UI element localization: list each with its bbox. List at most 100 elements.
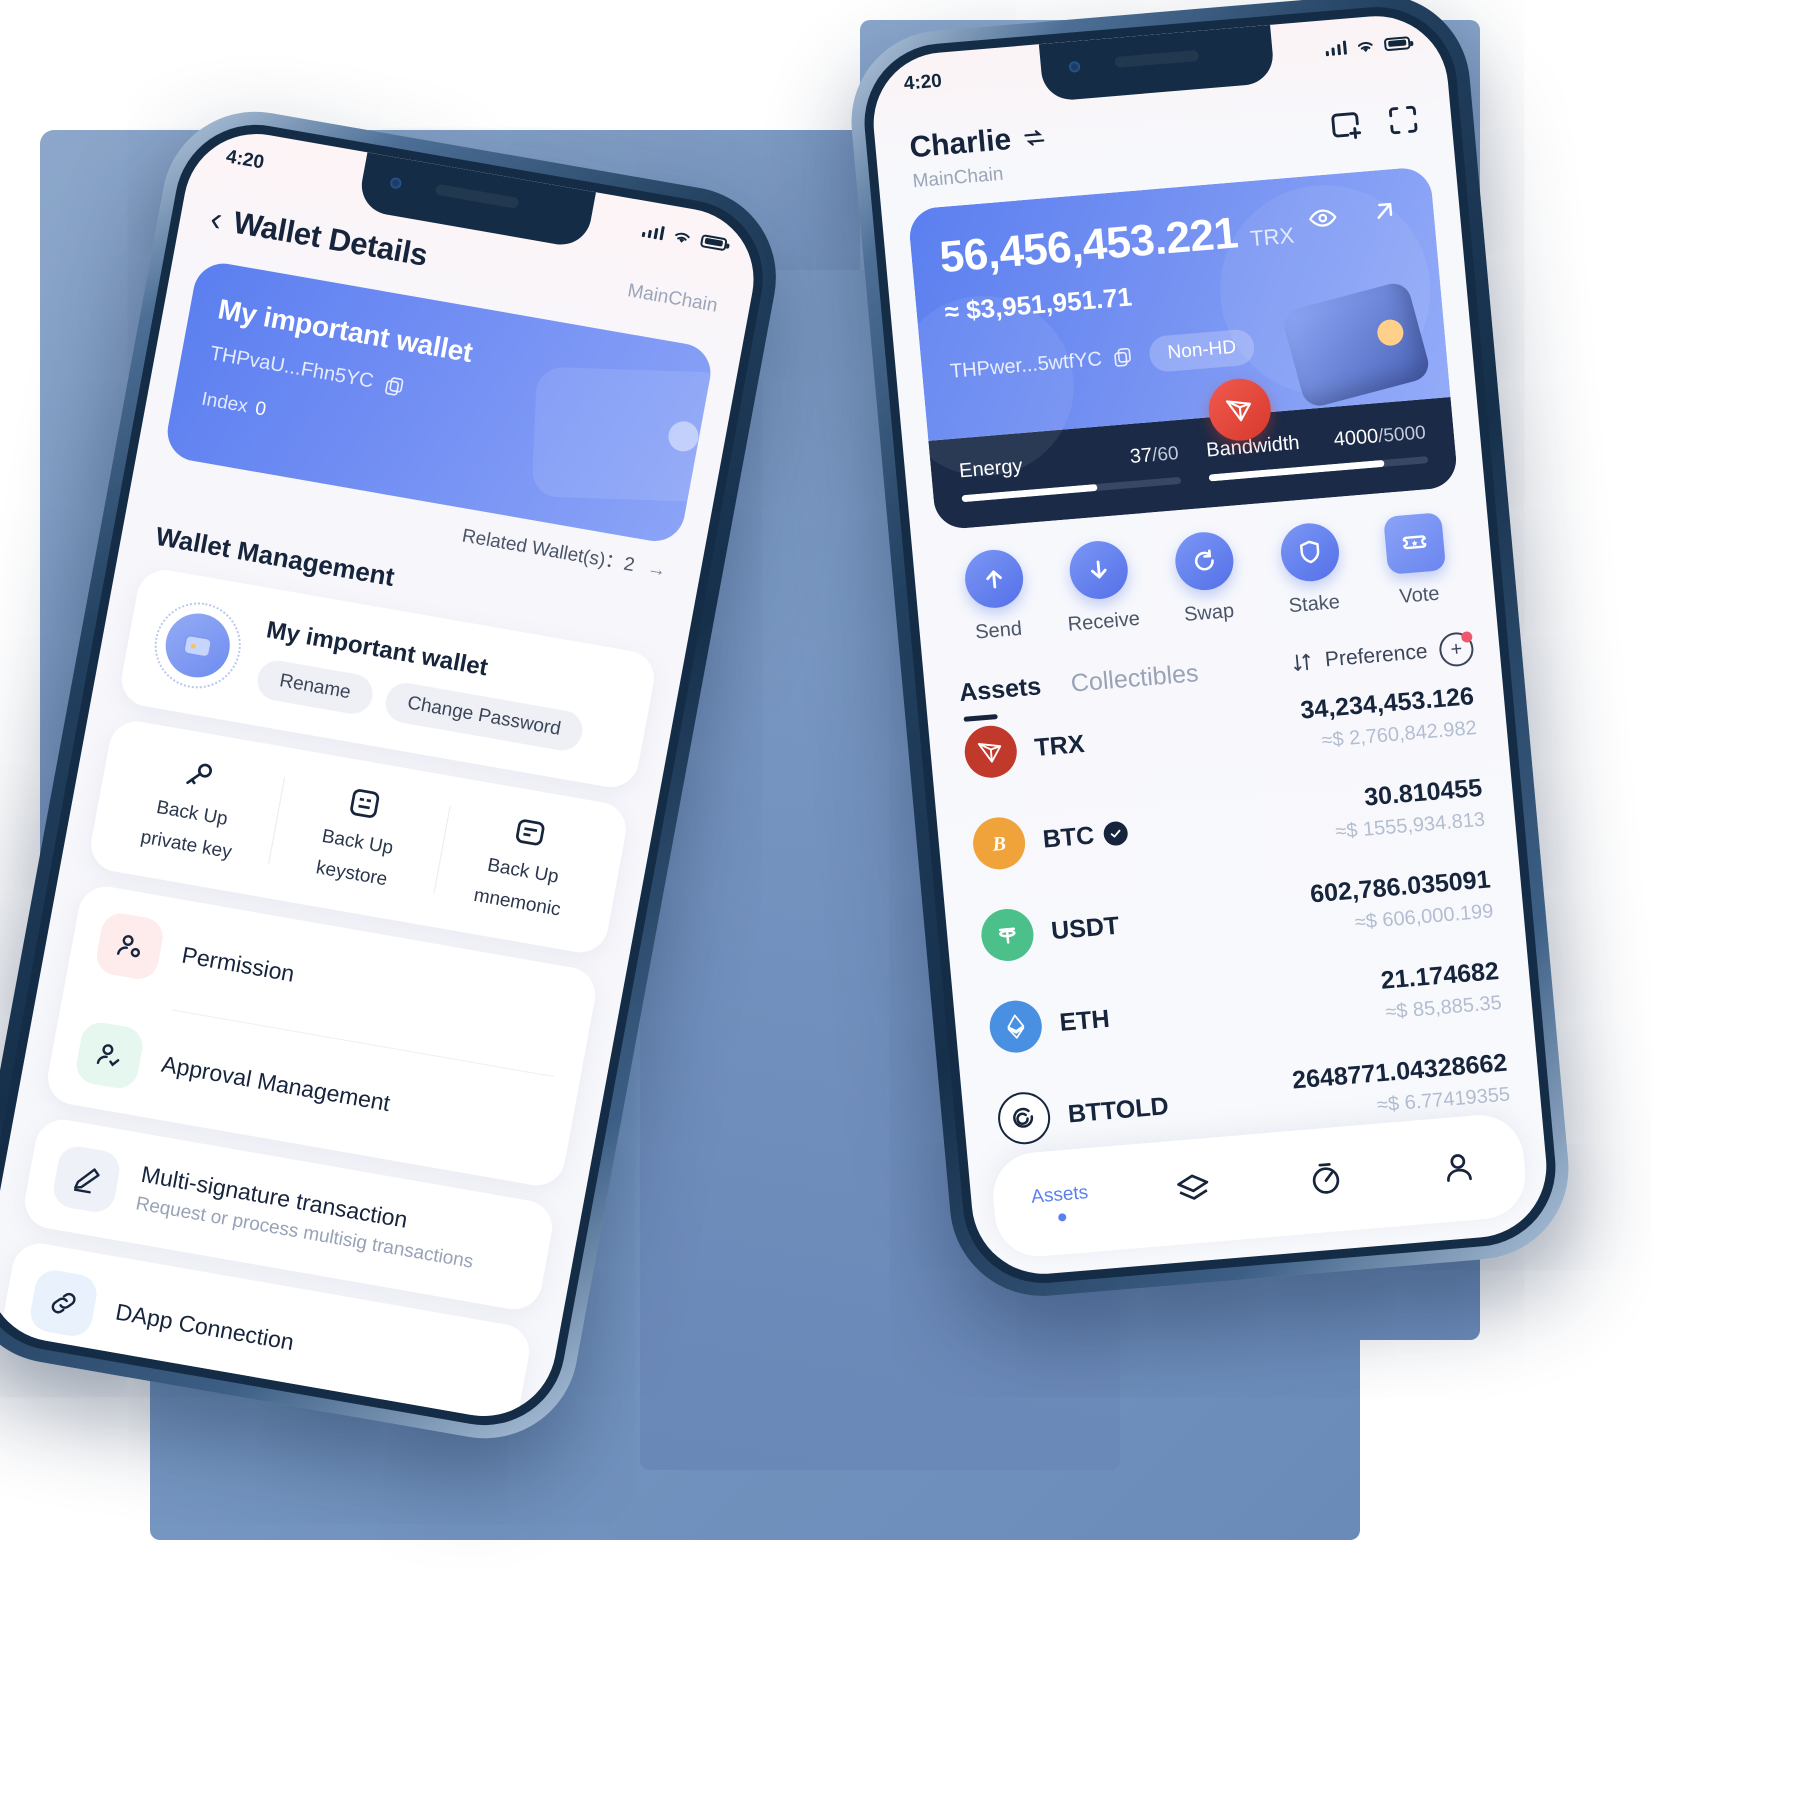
explore-icon [1312,1162,1339,1194]
chain-label: MainChain [625,280,720,317]
asset-values: 602,786.035091 ≈$ 606,000.199 [1309,865,1494,938]
wifi-icon [675,232,690,243]
quick-action-swap-label: Swap [1183,599,1236,627]
arrow-down-icon [1067,538,1131,602]
bandwidth-max: /5000 [1377,422,1427,448]
quick-action-stake[interactable]: Stake [1254,519,1368,620]
swap-icon [1172,529,1236,593]
wallet-card-decoration [531,366,716,503]
profile-icon [1446,1153,1472,1182]
open-balance-detail-button[interactable] [1368,195,1401,232]
quick-action-receive[interactable]: Receive [1044,537,1158,638]
preference-label[interactable]: Preference [1324,640,1429,672]
asset-symbol: BTTOLD [1067,1092,1170,1129]
status-time: 4:20 [902,70,943,95]
header-actions [1325,89,1423,145]
account-block[interactable]: Charlie MainChain [908,120,1051,193]
screenshot-canvas: 4:20 ‹ Wallet Details MainChain My impor… [0,0,1800,1800]
asset-amount: 30.810455 [1363,773,1484,812]
status-time: 4:20 [224,146,266,174]
svg-text:B: B [991,833,1007,856]
tabbar-item-market[interactable] [1125,1164,1261,1218]
energy-progress-fill [961,483,1098,503]
asset-symbol: TRX [1033,729,1085,762]
copy-icon[interactable] [381,373,407,398]
cellular-signal-icon [1324,40,1347,56]
account-name-row[interactable]: Charlie [908,120,1048,165]
asset-amount: 21.174682 [1379,957,1501,995]
menu-item-permission-text: Permission [180,942,297,988]
wallet-address-text: THPvaU...Fhn5YC [208,342,376,393]
approval-icon [73,1019,146,1091]
energy-progress-track [961,476,1182,503]
rename-button[interactable]: Rename [254,657,376,717]
bandwidth-progress-fill [1208,459,1385,482]
chain-label: MainChain [911,163,1005,193]
cellular-signal-icon [641,223,665,240]
avatar[interactable] [147,595,248,696]
asset-symbol: ETH [1058,1004,1110,1037]
energy-value: 37 [1128,444,1154,468]
stack-icon [1176,1174,1208,1200]
tabbar-item-explore[interactable] [1257,1153,1393,1207]
quick-action-swap[interactable]: Swap [1149,528,1263,629]
earpiece-speaker [434,183,520,209]
back-button[interactable]: ‹ [207,200,225,239]
arrow-right-icon: → [645,557,668,582]
balance-card: 56,456,453.221 TRX ≈ $3,951,951.71 THPwe… [907,165,1459,531]
active-tab-indicator [1057,1212,1067,1222]
menu-item-dapp-text: DApp Connection [113,1299,296,1357]
account-name: Charlie [908,122,1013,165]
tron-icon [1225,400,1252,422]
asset-values: 21.174682 ≈$ 85,885.35 [1380,957,1503,1025]
add-wallet-icon[interactable] [1326,105,1365,144]
arrow-up-icon [962,547,1026,611]
pencil-icon [50,1142,123,1215]
asset-symbol-text: BTC [1041,820,1096,854]
asset-values: 30.810455 ≈$ 1555,934.813 [1331,774,1486,844]
eth-icon [987,998,1045,1055]
usdt-icon [979,906,1036,964]
backup-keystore-button[interactable]: Back Up keystore [267,769,451,900]
tabbar-assets-label: Assets [1030,1181,1090,1208]
screen-wallet-home: 4:20 Charlie MainChain 56,456,453.221 TR… [867,10,1553,1280]
bttold-icon [995,1090,1053,1147]
asset-values: 2648771.04328662 ≈$ 6.77419355 [1291,1049,1511,1125]
ticket-icon [1383,512,1447,575]
quick-action-send[interactable]: Send [939,546,1053,647]
phone-mockup-wallet-home: 4:20 Charlie MainChain 56,456,453.221 TR… [843,0,1577,1304]
wallet-index-value: 0 [253,398,268,421]
menu-item-permission-title: Permission [179,941,297,987]
switch-accounts-icon[interactable] [1020,124,1048,152]
front-camera [389,176,403,190]
arrow-up-right-icon [1377,202,1393,219]
link-icon [27,1266,100,1339]
copy-icon[interactable] [1111,345,1135,369]
wallet-index-label: Index [199,388,250,418]
asset-fiat: ≈$ 85,885.35 [1384,991,1503,1024]
backup-private-key-button[interactable]: Back Up private key [101,741,285,872]
backup-mnemonic-button[interactable]: Back Up mnemonic [432,798,616,929]
toggle-balance-visibility-button[interactable] [1306,202,1339,239]
scan-icon[interactable] [1384,101,1423,140]
permission-icon [93,909,167,982]
energy-max: /60 [1151,443,1180,467]
earpiece-speaker [1114,49,1200,68]
battery-icon [1383,35,1411,51]
tabbar-item-profile[interactable] [1390,1142,1526,1196]
tabbar-item-assets[interactable]: Assets [992,1178,1128,1226]
quick-action-vote[interactable]: Vote [1360,510,1474,611]
quick-action-receive-label: Receive [1066,607,1141,636]
btc-icon: B [970,815,1028,872]
menu-item-multisig-text: Multi-signature transaction Request or p… [134,1161,481,1274]
wallet-glyph-icon [183,634,212,658]
asset-symbol-text: BTTOLD [1066,1091,1170,1128]
asset-symbol: BTC [1042,818,1130,854]
bandwidth-progress-track [1208,456,1429,482]
shield-icon [1278,521,1342,584]
asset-symbol: USDT [1050,911,1120,946]
sort-icon[interactable] [1290,650,1314,674]
phone-bezel-right: 4:20 Charlie MainChain 56,456,453.221 TR… [857,0,1563,1290]
verified-badge-icon [1103,820,1130,847]
add-token-icon[interactable]: + [1437,631,1475,668]
